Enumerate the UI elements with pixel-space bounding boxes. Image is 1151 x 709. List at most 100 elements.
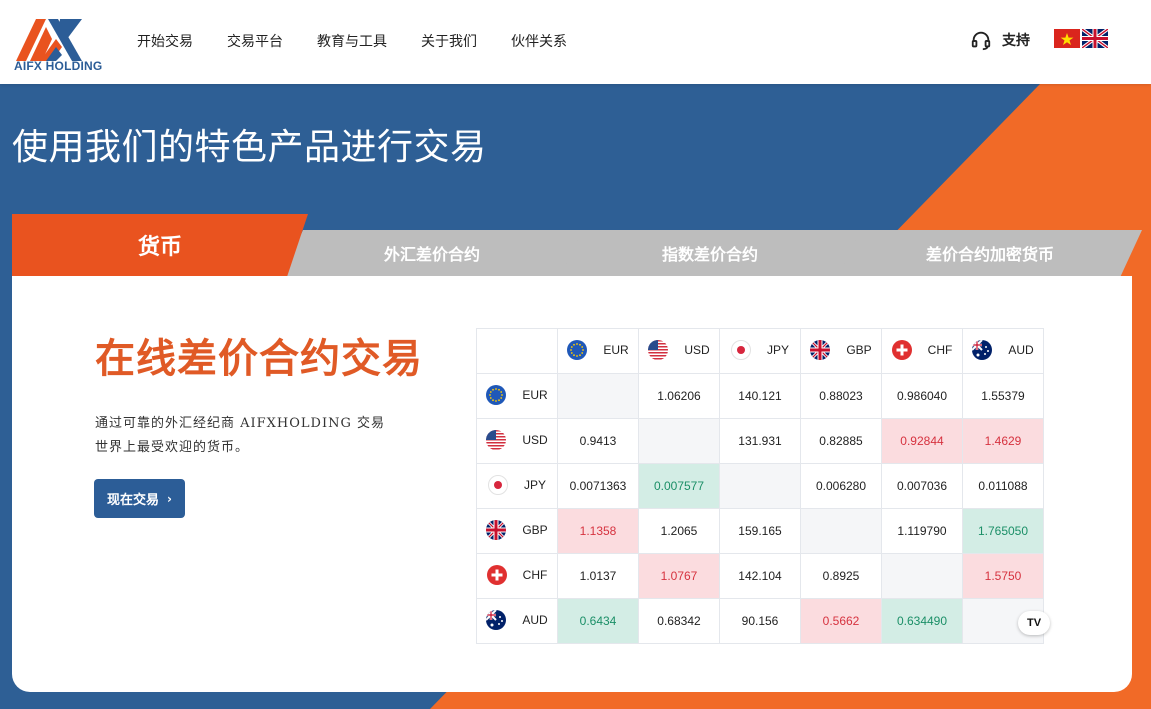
rate-cell[interactable] <box>800 508 882 554</box>
row-header: CHF <box>476 553 558 599</box>
row-header: GBP <box>476 508 558 554</box>
nav-about[interactable]: 关于我们 <box>421 31 477 51</box>
au-flag-icon <box>972 339 1000 360</box>
table-row: CHF 1.0137 1.0767 142.104 0.8925 1.5750 <box>476 553 1044 599</box>
nav-platforms[interactable]: 交易平台 <box>227 31 283 51</box>
currency-code: AUD <box>522 612 548 627</box>
table-row: JPY 0.0071363 0.007577 0.006280 0.007036 0.01… <box>476 463 1044 509</box>
tradingview-badge[interactable]: TV <box>1018 611 1050 635</box>
cross-rates-table: EUR USD JPY GBP CHF AUD EUR 1.06206 140.12… <box>476 328 1044 644</box>
rate-cell[interactable]: 0.986040 <box>881 373 963 419</box>
rate-cell[interactable] <box>719 463 801 509</box>
rate-cell[interactable]: 1.1358 <box>557 508 639 554</box>
hero-title: 使用我们的特色产品进行交易 <box>12 127 487 168</box>
currency-code: USD <box>684 342 710 357</box>
currency-code: USD <box>522 432 548 447</box>
tab-label: 指数差价合约 <box>661 245 758 264</box>
trade-now-label: 现在交易 <box>107 493 160 508</box>
col-header: CHF <box>881 328 963 374</box>
rate-cell[interactable]: 1.0767 <box>638 553 720 599</box>
nav-start-trading[interactable]: 开始交易 <box>137 31 193 51</box>
rate-cell[interactable] <box>638 418 720 464</box>
chevron-right-icon: › <box>167 491 172 506</box>
tab-forex-cfd[interactable]: 外汇差价合约 <box>282 230 582 276</box>
eu-flag-icon <box>486 384 514 405</box>
section-description: 通过可靠的外汇经纪商 AIFXHOLDING 交易世界上最受欢迎的货币。 <box>95 416 386 455</box>
swiss-flag-icon <box>891 339 920 360</box>
currency-code: GBP <box>522 522 548 537</box>
currency-code: CHF <box>927 342 953 357</box>
logo-text: AIFX HOLDING <box>14 59 103 73</box>
product-tabs: 差价合约加密货币 指数差价合约 外汇差价合约 货币 <box>12 214 1142 276</box>
uk-flag-icon <box>810 339 838 360</box>
au-flag-icon <box>486 609 514 630</box>
rate-cell[interactable]: 142.104 <box>719 553 801 599</box>
uk-flag-icon[interactable] <box>1082 29 1108 48</box>
rate-cell[interactable]: 0.006280 <box>800 463 882 509</box>
row-header: USD <box>476 418 558 464</box>
currency-code: GBP <box>846 342 872 357</box>
rate-cell[interactable]: 1.55379 <box>962 373 1044 419</box>
support-link[interactable]: 支持 <box>970 29 1030 51</box>
rate-cell[interactable]: 159.165 <box>719 508 801 554</box>
col-header: AUD <box>962 328 1044 374</box>
jp-flag-icon <box>730 339 759 360</box>
rate-cell[interactable]: 131.931 <box>719 418 801 464</box>
tab-label: 货币 <box>137 235 182 260</box>
tab-index-cfd[interactable]: 指数差价合约 <box>560 230 860 276</box>
language-switcher <box>1054 29 1110 48</box>
rate-cell[interactable]: 1.119790 <box>881 508 963 554</box>
rate-cell[interactable] <box>881 553 963 599</box>
us-flag-icon <box>486 429 514 450</box>
vietnamese-flag-icon[interactable] <box>1054 29 1080 48</box>
rate-cell[interactable]: 90.156 <box>719 598 801 644</box>
rate-cell[interactable]: 1.06206 <box>638 373 720 419</box>
currency-code: AUD <box>1008 342 1034 357</box>
rate-cell[interactable]: 0.9413 <box>557 418 639 464</box>
us-flag-icon <box>648 339 676 360</box>
jp-flag-icon <box>487 474 516 495</box>
rate-cell[interactable]: 1.2065 <box>638 508 720 554</box>
rate-cell[interactable]: 0.011088 <box>962 463 1044 509</box>
rate-cell[interactable]: 0.68342 <box>638 598 720 644</box>
table-header-row: EUR USD JPY GBP CHF AUD <box>476 328 1044 374</box>
currency-code: CHF <box>522 567 548 582</box>
table-corner <box>476 328 558 374</box>
rate-cell[interactable]: 0.88023 <box>800 373 882 419</box>
rate-cell[interactable] <box>557 373 639 419</box>
table-row: USD 0.9413 131.931 0.82885 0.92844 1.4629 <box>476 418 1044 464</box>
support-label: 支持 <box>1002 33 1030 49</box>
currency-code: EUR <box>603 342 629 357</box>
rate-cell[interactable]: 0.8925 <box>800 553 882 599</box>
nav-partners[interactable]: 伙伴关系 <box>511 31 567 51</box>
rate-cell[interactable]: 1.5750 <box>962 553 1044 599</box>
tab-currency[interactable]: 货币 <box>12 214 308 276</box>
rate-cell[interactable]: 0.0071363 <box>557 463 639 509</box>
rate-cell[interactable]: 0.5662 <box>800 598 882 644</box>
currency-code: JPY <box>523 477 546 492</box>
rate-cell[interactable]: 1.0137 <box>557 553 639 599</box>
col-header: GBP <box>800 328 882 374</box>
trade-now-button[interactable]: 现在交易 › <box>94 479 185 518</box>
rate-cell[interactable]: 1.4629 <box>962 418 1044 464</box>
nav-education[interactable]: 教育与工具 <box>317 31 387 51</box>
table-row: EUR 1.06206 140.121 0.88023 0.986040 1.55379 <box>476 373 1044 419</box>
uk-flag-icon <box>486 519 514 540</box>
headset-icon <box>971 31 991 51</box>
row-header: EUR <box>476 373 558 419</box>
swiss-flag-icon <box>486 564 515 585</box>
rate-cell[interactable]: 0.007577 <box>638 463 720 509</box>
rate-cell[interactable]: 1.765050 <box>962 508 1044 554</box>
rate-cell[interactable]: 0.6434 <box>557 598 639 644</box>
rate-cell[interactable]: 0.007036 <box>881 463 963 509</box>
col-header: JPY <box>719 328 801 374</box>
rate-cell[interactable]: 0.82885 <box>800 418 882 464</box>
rate-cell[interactable]: 0.634490 <box>881 598 963 644</box>
tab-crypto-cfd[interactable]: 差价合约加密货币 <box>838 230 1142 276</box>
main-nav: 开始交易 交易平台 教育与工具 关于我们 伙伴关系 <box>137 31 601 51</box>
rate-cell[interactable]: 0.92844 <box>881 418 963 464</box>
rate-cell[interactable]: 140.121 <box>719 373 801 419</box>
table-row: GBP 1.1358 1.2065 159.165 1.119790 1.765050 <box>476 508 1044 554</box>
col-header: USD <box>638 328 720 374</box>
row-header: JPY <box>476 463 558 509</box>
